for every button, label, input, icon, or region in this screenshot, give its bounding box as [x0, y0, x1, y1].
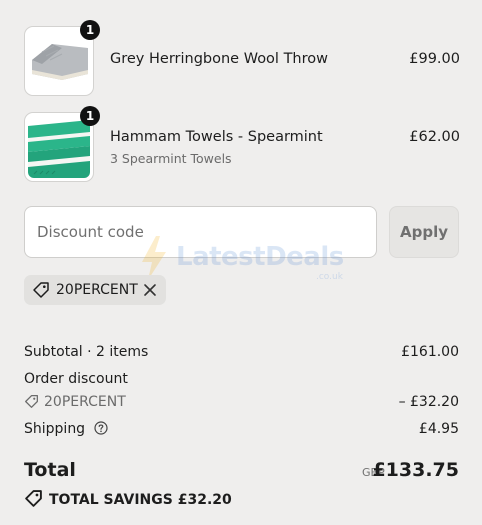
spearmint-towels-icon — [28, 116, 90, 178]
grey-throw-icon — [28, 30, 90, 92]
product-thumbnail: 1 — [24, 106, 100, 182]
quantity-badge: 1 — [80, 106, 100, 126]
subtotal-value: £161.00 — [401, 344, 459, 360]
order-discount-value: – £32.20 — [398, 394, 459, 410]
total-savings: TOTAL SAVINGS £32.20 — [24, 489, 232, 508]
order-discount-code: 20PERCENT — [44, 394, 126, 410]
item-price: £62.00 — [409, 129, 460, 145]
watermark-subtext: .co.uk — [316, 272, 343, 282]
cart-item: 1 Hammam Towels - Spearmint 3 Spearmint … — [24, 106, 460, 182]
tag-icon — [33, 282, 49, 298]
cart-item: 1 Grey Herringbone Wool Throw £99.00 — [24, 20, 460, 96]
order-discount-label: Order discount — [24, 371, 128, 387]
applied-discount-code: 20PERCENT — [56, 282, 138, 298]
total-value: £133.75 — [372, 459, 459, 481]
shipping-value: £4.95 — [418, 421, 459, 437]
tag-icon — [25, 395, 38, 408]
quantity-badge: 1 — [80, 20, 100, 40]
shipping-row: Shipping — [24, 421, 108, 437]
item-variant: 3 Spearmint Towels — [110, 151, 232, 166]
apply-button[interactable]: Apply — [389, 206, 459, 258]
help-icon[interactable] — [93, 421, 108, 435]
total-label: Total — [24, 459, 76, 481]
order-discount-code-line: 20PERCENT — [24, 394, 126, 410]
discount-code-input[interactable] — [24, 206, 377, 258]
tag-icon — [25, 490, 42, 507]
applied-discount-tag: 20PERCENT — [24, 275, 166, 305]
item-title: Grey Herringbone Wool Throw — [110, 51, 328, 67]
total-savings-label: TOTAL SAVINGS £32.20 — [49, 492, 232, 508]
item-title: Hammam Towels - Spearmint — [110, 129, 323, 145]
item-price: £99.00 — [409, 51, 460, 67]
subtotal-label: Subtotal · 2 items — [24, 344, 149, 360]
close-icon[interactable] — [142, 282, 158, 298]
product-thumbnail: 1 — [24, 20, 100, 96]
shipping-label: Shipping — [24, 421, 86, 437]
